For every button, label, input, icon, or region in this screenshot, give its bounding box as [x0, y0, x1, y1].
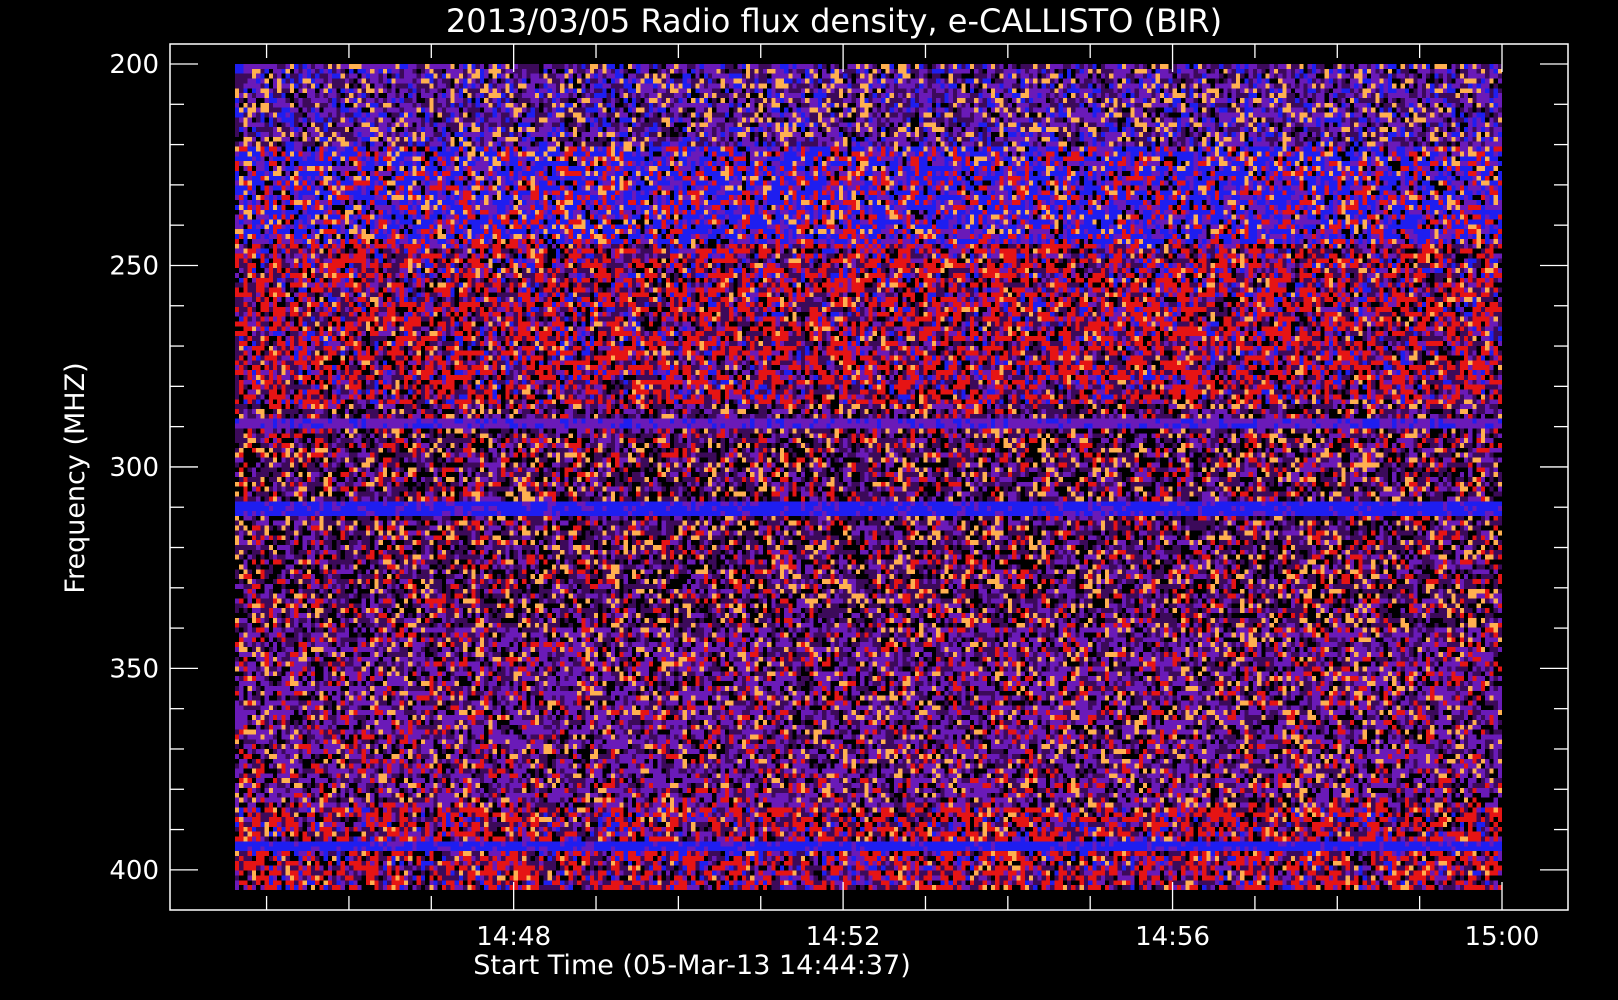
y-axis-label: Frequency (MHZ) — [60, 362, 91, 593]
spectrogram-image — [235, 64, 1502, 890]
y-tick-label: 200 — [109, 50, 159, 80]
y-tick-label: 400 — [109, 856, 159, 886]
spectrogram-cells — [235, 64, 1502, 890]
y-tick-label: 300 — [109, 453, 159, 483]
y-tick-label: 350 — [109, 654, 159, 684]
x-tick-label: 14:52 — [806, 922, 881, 952]
spectrogram-chart: 200 250 300 350 400 14:48 14:52 14:56 15:00 2013… — [0, 0, 1618, 1000]
chart-title: 2013/03/05 Radio flux density, e-CALLIST… — [446, 2, 1222, 40]
x-tick-label: 15:00 — [1465, 922, 1540, 952]
x-tick-label: 14:48 — [476, 922, 551, 952]
x-axis-label: Start Time (05-Mar-13 14:44:37) — [473, 950, 911, 981]
y-tick-label: 250 — [109, 251, 159, 281]
x-tick-label: 14:56 — [1135, 922, 1210, 952]
